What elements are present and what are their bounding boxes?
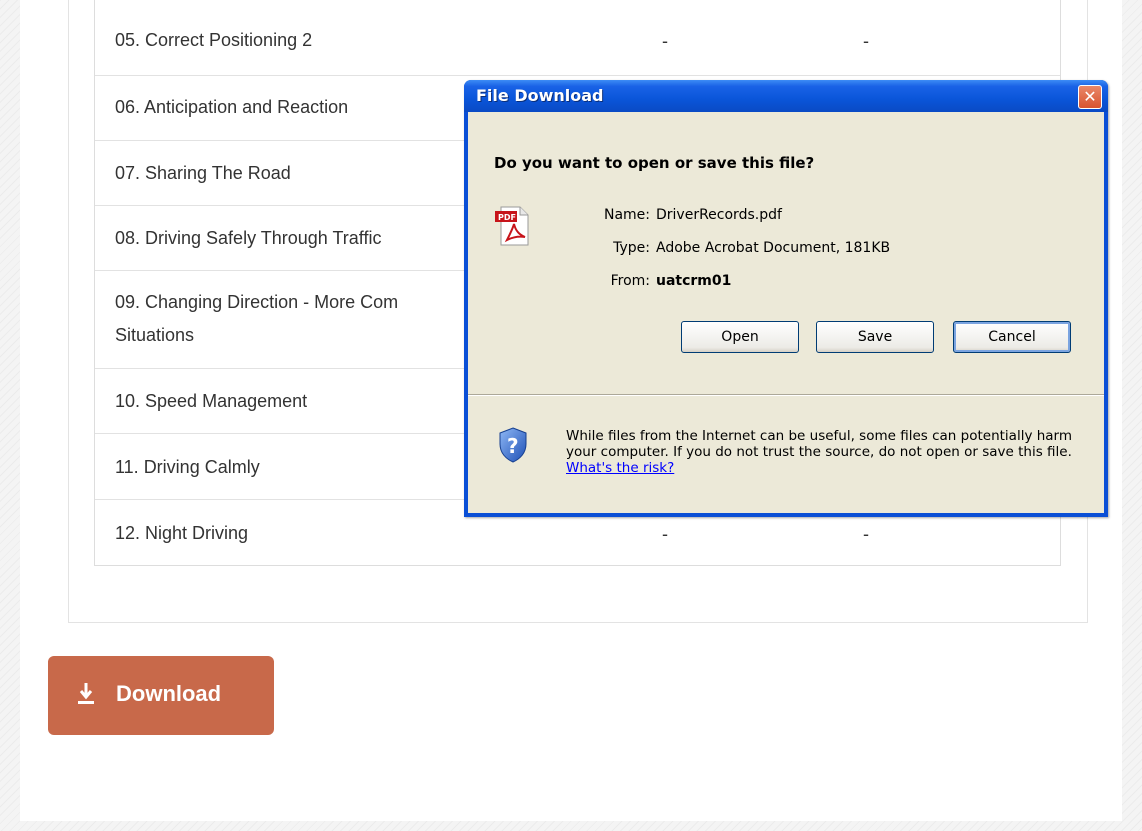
row-name-line2: Situations xyxy=(115,325,195,345)
close-icon: ✕ xyxy=(1083,87,1097,106)
svg-text:PDF: PDF xyxy=(498,213,516,222)
file-download-dialog: File Download ✕ Do you want to open or s… xyxy=(464,80,1108,517)
name-label: Name: xyxy=(603,207,650,223)
row-name: 05. Correct Positioning 2 xyxy=(115,30,313,50)
row-col2: - xyxy=(863,524,869,544)
svg-text:?: ? xyxy=(507,434,519,458)
warning-text: While files from the Internet can be use… xyxy=(566,428,1073,460)
row-col1: - xyxy=(662,31,668,51)
shield-question-icon: ? xyxy=(499,427,527,463)
download-button[interactable]: Download xyxy=(48,656,274,735)
table-row: 05. Correct Positioning 2 - - xyxy=(95,0,1060,76)
row-name: 09. Changing Direction - More Com xyxy=(115,292,399,312)
from-label: From: xyxy=(610,273,650,289)
type-label: Type: xyxy=(613,240,650,256)
cancel-button[interactable]: Cancel xyxy=(953,321,1071,353)
download-arrow-icon xyxy=(78,683,94,704)
row-name: 11. Driving Calmly xyxy=(115,457,260,477)
file-type-value: Adobe Acrobat Document, 181KB xyxy=(656,240,891,256)
row-col1: - xyxy=(662,524,668,544)
dialog-body: Do you want to open or save this file? P… xyxy=(468,112,1104,513)
whats-the-risk-link[interactable]: What's the risk? xyxy=(566,460,674,476)
dialog-title: File Download xyxy=(476,86,604,105)
row-name: 12. Night Driving xyxy=(115,523,249,543)
save-button[interactable]: Save xyxy=(816,321,934,353)
row-name: 08. Driving Safely Through Traffic xyxy=(115,228,382,248)
pdf-icon: PDF xyxy=(495,206,529,246)
file-name-value: DriverRecords.pdf xyxy=(656,207,782,223)
download-button-label: Download xyxy=(116,681,222,706)
file-from-value: uatcrm01 xyxy=(656,273,732,289)
security-warning: While files from the Internet can be use… xyxy=(566,428,1086,476)
row-col2: - xyxy=(863,31,869,51)
dialog-question: Do you want to open or save this file? xyxy=(494,154,815,172)
dialog-titlebar[interactable]: File Download ✕ xyxy=(464,80,1108,112)
open-button[interactable]: Open xyxy=(681,321,799,353)
row-name: 06. Anticipation and Reaction xyxy=(115,97,349,117)
row-name: 10. Speed Management xyxy=(115,391,308,411)
close-button[interactable]: ✕ xyxy=(1078,85,1102,109)
row-name: 07. Sharing The Road xyxy=(115,163,291,183)
dialog-separator xyxy=(468,394,1104,396)
